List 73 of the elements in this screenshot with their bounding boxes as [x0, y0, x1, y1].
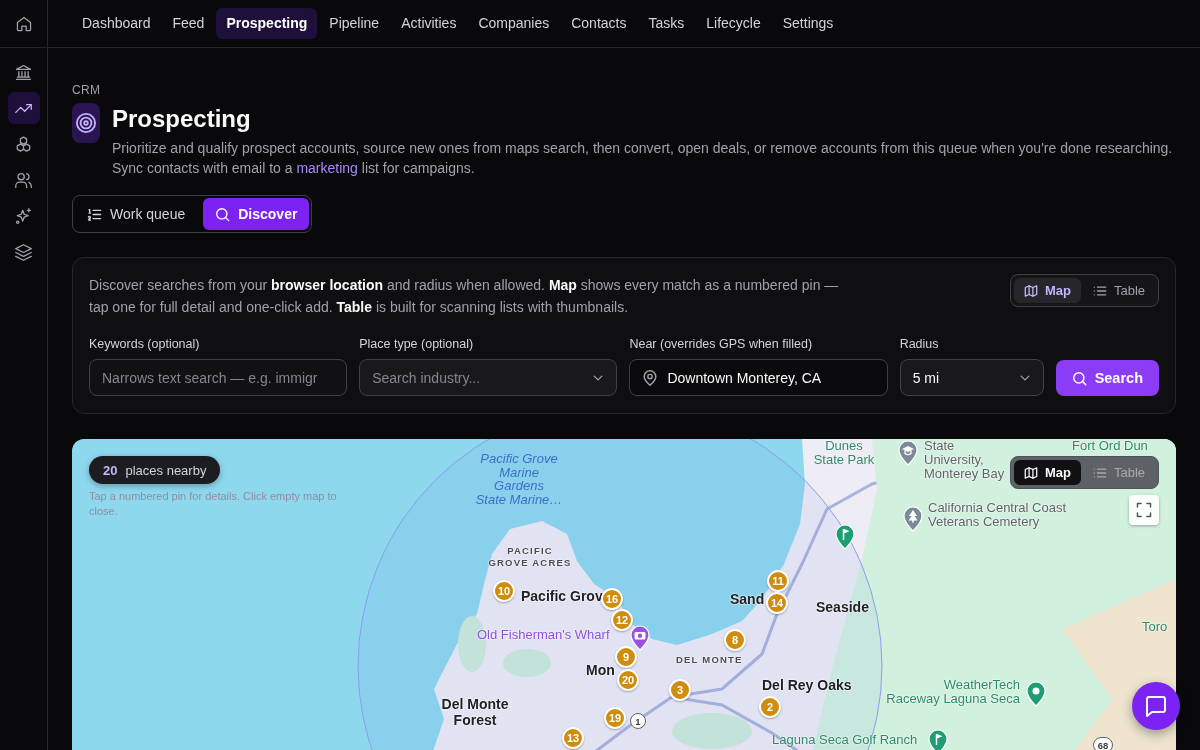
sparkles-icon: [15, 207, 32, 225]
location-pin-icon: [642, 369, 659, 386]
map-label: PACIFIC GROVE ACRES: [488, 545, 572, 569]
numbered-list-icon: [87, 206, 102, 222]
chat-icon: [1145, 695, 1167, 717]
map-label: Del Rey Oaks: [762, 677, 852, 693]
nav-tab[interactable]: Lifecycle: [696, 8, 771, 39]
map-label: Sand: [730, 591, 765, 607]
flag-marker-icon[interactable]: [928, 729, 948, 750]
field-label: Radius: [899, 336, 939, 352]
nav-tab[interactable]: Activities: [391, 8, 467, 39]
park-area: [503, 649, 551, 677]
search-icon: [1071, 370, 1087, 386]
marketing-link[interactable]: marketing: [296, 160, 358, 176]
dropdown[interactable]: Search industry...: [359, 359, 618, 396]
map-label: DEL MONTE: [676, 654, 743, 666]
nav-tab[interactable]: Prospecting: [216, 8, 318, 39]
search-button[interactable]: Search: [1055, 360, 1159, 396]
map-label: Fort Ord Dun: [1072, 439, 1148, 453]
map-label: State University, Monterey Bay: [924, 439, 1005, 481]
layers-icon: [15, 243, 32, 261]
map-label: Dunes State Park: [812, 439, 876, 467]
flag-marker-icon[interactable]: [835, 524, 855, 550]
map-label: Toro: [1142, 620, 1168, 634]
graduation-cap-marker-icon[interactable]: [898, 440, 918, 466]
view-toggle-option[interactable]: Map: [1013, 460, 1081, 485]
map-label: Mon: [586, 662, 615, 678]
map-label: Pacific Grove Marine Gardens State Marine…: [474, 452, 564, 506]
search-icon: [215, 206, 231, 222]
map-label: Old Fisherman's Wharf: [477, 627, 610, 642]
nav-tab[interactable]: Dashboard: [72, 8, 161, 39]
field-label: Keywords (optional): [89, 336, 200, 352]
bank-icon: [15, 63, 32, 81]
fullscreen-button[interactable]: [1129, 495, 1159, 525]
result-count: 20: [103, 462, 118, 478]
map-label: Laguna Seca Golf Ranch: [772, 733, 918, 747]
nav-tab[interactable]: Feed: [162, 8, 215, 39]
nav-tab[interactable]: Tasks: [638, 8, 695, 39]
map-label: Del Monte Forest: [440, 696, 510, 728]
sidebar-button[interactable]: [7, 92, 40, 124]
field-label: Place type (optional): [359, 336, 474, 352]
map-icon: [1023, 465, 1038, 480]
users-icon: [15, 171, 32, 189]
place-marker-icon[interactable]: [1026, 681, 1046, 707]
map-hint: Tap a numbered pin for details. Click empty map to close.: [89, 489, 338, 519]
view-toggle-option[interactable]: Table: [1082, 278, 1155, 303]
home-icon: [15, 15, 32, 32]
discover-intro: Discover searches from your browser location and radius when allowed. Map shows every match as a numbered pin — tap one for full detail and one-click add. Table is built for scanning lists with thumbnails.: [89, 276, 840, 317]
mode-tab[interactable]: Work queue: [75, 198, 198, 230]
breadcrumb: CRM: [72, 82, 101, 98]
tree-marker-icon[interactable]: [903, 506, 923, 532]
map-label: WeatherTech Raceway Laguna Seca: [885, 678, 1020, 706]
target-icon: [72, 103, 100, 143]
page-description: Prioritize and qualify prospect accounts, source new ones from maps search, then convert, open deals, or remove accounts from this queue when you're done researching. Sync contacts with email to a marketing list for campaigns.: [112, 139, 1174, 178]
mode-tab[interactable]: Discover: [203, 198, 310, 230]
nav-tab[interactable]: Companies: [468, 8, 560, 39]
cubes-icon: [15, 135, 32, 153]
map-label: Pacific Grov: [521, 588, 603, 604]
map-label: California Central Coast Veterans Cemetery: [928, 501, 1066, 529]
fullscreen-icon: [1136, 502, 1152, 518]
map-label: Seaside: [816, 599, 869, 615]
dropdown[interactable]: 5 mi: [899, 359, 1044, 396]
nav-tab[interactable]: Pipeline: [319, 8, 390, 39]
result-label: places nearby: [125, 462, 207, 478]
location-field[interactable]: Downtown Monterey, CA: [629, 359, 888, 396]
camera-marker-icon[interactable]: [630, 625, 650, 651]
view-toggle-option[interactable]: Map: [1013, 278, 1081, 303]
page-title: Prospecting: [112, 104, 252, 134]
text-field[interactable]: Narrows text search — e.g. immigr: [89, 359, 348, 396]
nav-tab[interactable]: Contacts: [561, 8, 637, 39]
nav-tab[interactable]: Settings: [772, 8, 844, 39]
map-icon: [1023, 283, 1038, 298]
field-label: Near (overrides GPS when filled): [629, 336, 813, 352]
